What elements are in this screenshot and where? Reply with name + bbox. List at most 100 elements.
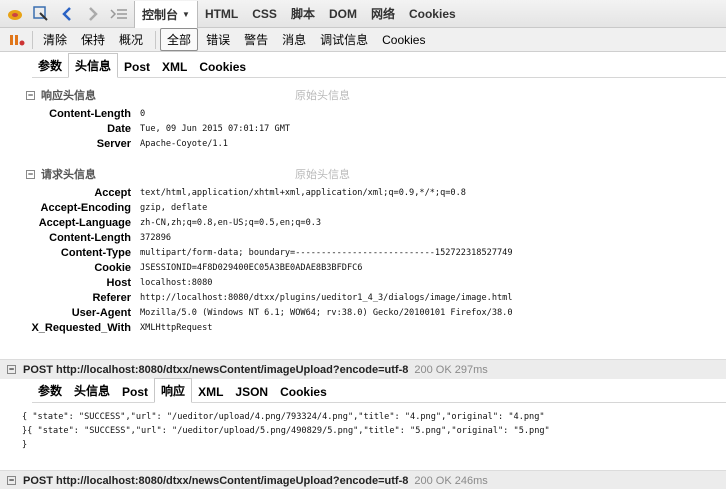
firebug-toolbar: 控制台 ▼ HTML CSS 脚本 DOM 网络 Cookies <box>0 0 726 28</box>
raw-headers-link[interactable]: 原始头信息 <box>295 166 350 182</box>
chevron-down-icon: ▼ <box>182 9 190 19</box>
divider <box>32 30 33 49</box>
filter-cookies-button[interactable]: Cookies <box>376 31 431 49</box>
header-value: multipart/form-data; boundary=----------… <box>140 248 513 258</box>
section-title: 响应头信息 <box>41 90 96 102</box>
pause-on-errors-icon[interactable] <box>6 29 28 51</box>
request-detail-tabs: 参数 头信息 Post XML Cookies <box>32 53 726 78</box>
tab-xml[interactable]: XML <box>156 57 193 77</box>
header-name: Accept-Encoding <box>40 202 131 214</box>
header-name: Content-Length <box>49 232 131 244</box>
header-name: Server <box>96 138 131 150</box>
persist-button[interactable]: 保持 <box>75 29 111 50</box>
tab-html[interactable]: HTML <box>198 0 245 28</box>
header-row: Accept text/html,application/xhtml+xml,ap… <box>0 187 726 202</box>
header-row: Content-Length 0 <box>0 108 726 123</box>
header-value: Apache-Coyote/1.1 <box>140 139 228 149</box>
header-row: Server Apache-Coyote/1.1 <box>0 138 726 153</box>
header-row: X_Requested_With XMLHttpRequest <box>0 322 726 337</box>
response-body-line: } <box>22 440 28 450</box>
network-request-row[interactable]: − POST http://localhost:8080/dtxx/newsCo… <box>0 359 726 379</box>
tab-post[interactable]: Post <box>116 382 154 402</box>
header-row: Date Tue, 09 Jun 2015 07:01:17 GMT <box>0 123 726 138</box>
tab-network[interactable]: 网络 <box>364 0 402 28</box>
header-value: zh-CN,zh;q=0.8,en-US;q=0.5,en;q=0.3 <box>140 218 322 228</box>
inspect-icon[interactable] <box>30 3 52 25</box>
response-headers-toggle[interactable]: − 响应头信息 <box>26 87 96 103</box>
header-row: Accept-Encoding gzip, deflate <box>0 202 726 217</box>
back-icon[interactable] <box>56 3 78 25</box>
header-value: XMLHttpRequest <box>140 323 213 333</box>
header-value: 0 <box>140 109 146 119</box>
header-name: User-Agent <box>71 307 131 319</box>
tab-params[interactable]: 参数 <box>32 379 68 402</box>
header-row: Cookie JSESSIONID=4F8D029400EC05A3BE0ADAE… <box>0 262 726 277</box>
header-name: Referer <box>92 292 131 304</box>
profile-button[interactable]: 概况 <box>113 29 149 50</box>
divider <box>155 30 157 49</box>
header-row: Referer http://localhost:8080/dtxx/plugin… <box>0 292 726 307</box>
tab-cookies[interactable]: Cookies <box>274 382 333 402</box>
tab-dom[interactable]: DOM <box>322 0 364 28</box>
header-name: Cookie <box>94 262 131 274</box>
header-name: X_Requested_With <box>31 322 131 334</box>
clear-button[interactable]: 清除 <box>37 29 73 50</box>
forward-icon[interactable] <box>82 3 104 25</box>
tab-xml[interactable]: XML <box>192 382 229 402</box>
header-row: Host localhost:8080 <box>0 277 726 292</box>
request-status: 200 OK 246ms <box>414 474 488 487</box>
header-value: localhost:8080 <box>140 278 213 288</box>
collapse-icon: − <box>26 89 35 100</box>
tab-json[interactable]: JSON <box>229 382 274 402</box>
header-value: Tue, 09 Jun 2015 07:01:17 GMT <box>140 124 291 134</box>
header-value: text/html,application/xhtml+xml,applicat… <box>140 188 466 198</box>
header-name: Date <box>107 123 131 135</box>
header-name: Accept <box>94 187 131 199</box>
filter-errors-button[interactable]: 错误 <box>200 29 236 50</box>
tab-headers[interactable]: 头信息 <box>68 379 116 402</box>
header-row: Accept-Language zh-CN,zh;q=0.8,en-US;q=0.… <box>0 217 726 232</box>
filter-warnings-button[interactable]: 警告 <box>238 29 274 50</box>
request-headers-toggle[interactable]: − 请求头信息 <box>26 166 96 182</box>
raw-headers-link[interactable]: 原始头信息 <box>295 87 350 103</box>
request-detail-tabs: 参数 头信息 Post 响应 XML JSON Cookies <box>32 378 726 403</box>
section-title: 请求头信息 <box>41 169 96 181</box>
header-value: gzip, deflate <box>140 203 208 213</box>
header-value: Mozilla/5.0 (Windows NT 6.1; WOW64; rv:3… <box>140 308 513 318</box>
request-url: POST http://localhost:8080/dtxx/newsCont… <box>23 363 409 376</box>
tab-cookies[interactable]: Cookies <box>402 0 463 28</box>
network-request-row[interactable]: − POST http://localhost:8080/dtxx/newsCo… <box>0 470 726 489</box>
header-value: http://localhost:8080/dtxx/plugins/uedit… <box>140 293 513 303</box>
firebug-icon[interactable] <box>4 3 26 25</box>
tab-headers[interactable]: 头信息 <box>68 53 119 78</box>
collapse-icon: − <box>26 168 35 179</box>
header-row: Content-Type multipart/form-data; boundar… <box>0 247 726 262</box>
collapse-icon: − <box>7 364 16 374</box>
header-row: Content-Length 372896 <box>0 232 726 247</box>
tab-console-label: 控制台 <box>142 7 179 22</box>
collapse-icon: − <box>7 475 16 485</box>
header-name: Content-Type <box>60 247 131 259</box>
filter-info-button[interactable]: 消息 <box>276 29 312 50</box>
console-toolbar: 清除 保持 概况 全部 错误 警告 消息 调试信息 Cookies <box>0 28 726 52</box>
header-name: Content-Length <box>49 108 131 120</box>
response-body-line: { "state": "SUCCESS","url": "/ueditor/up… <box>22 412 545 422</box>
filter-debug-button[interactable]: 调试信息 <box>314 29 374 50</box>
request-url: POST http://localhost:8080/dtxx/newsCont… <box>23 474 409 487</box>
tab-response[interactable]: 响应 <box>154 378 193 403</box>
tab-cookies[interactable]: Cookies <box>193 57 252 77</box>
request-status: 200 OK 297ms <box>414 363 488 376</box>
header-value: 372896 <box>140 233 172 243</box>
tab-css[interactable]: CSS <box>245 0 284 28</box>
header-row: User-Agent Mozilla/5.0 (Windows NT 6.1; W… <box>0 307 726 322</box>
filter-all-button[interactable]: 全部 <box>160 28 199 51</box>
command-line-icon[interactable] <box>108 3 130 25</box>
header-name: Accept-Language <box>38 217 131 229</box>
tab-params[interactable]: 参数 <box>32 54 68 77</box>
tab-console[interactable]: 控制台 ▼ <box>134 0 198 28</box>
tab-script[interactable]: 脚本 <box>284 0 322 28</box>
response-body-line: }{ "state": "SUCCESS","url": "/ueditor/u… <box>22 426 550 436</box>
header-value: JSESSIONID=4F8D029400EC05A3BE0ADAE8B3BFD… <box>140 263 363 273</box>
header-name: Host <box>106 277 131 289</box>
tab-post[interactable]: Post <box>118 57 156 77</box>
